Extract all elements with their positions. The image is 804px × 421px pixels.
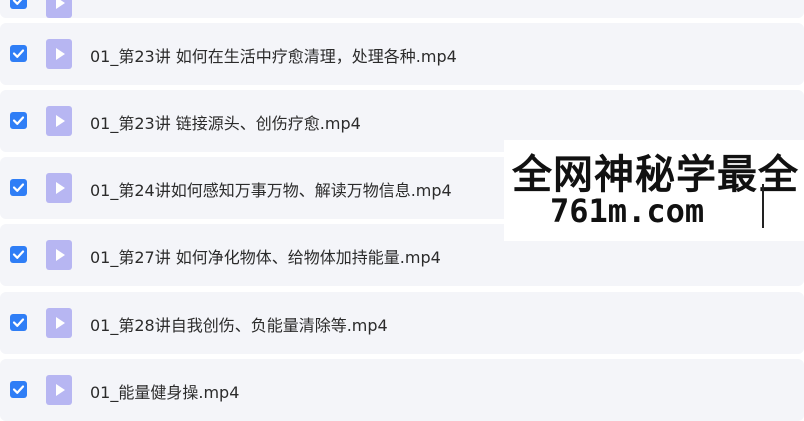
checkmark-icon <box>12 116 25 125</box>
watermark: 全网神秘学最全 761m.com <box>504 140 804 241</box>
video-file-icon <box>46 106 72 136</box>
watermark-url: 761m.com <box>550 192 705 230</box>
checkmark-icon <box>12 318 25 327</box>
checkbox[interactable] <box>10 45 27 62</box>
checkbox[interactable] <box>10 112 27 129</box>
video-file-icon <box>46 240 72 270</box>
file-name: 01_第23讲 如何在生活中疗愈清理，处理各种.mp4 <box>90 47 457 66</box>
file-name: 01_第28讲自我创伤、负能量清除等.mp4 <box>90 316 388 335</box>
video-file-icon <box>46 39 72 69</box>
file-row[interactable]: 01_第23讲 如何在生活中疗愈清理，处理各种.mp4 <box>0 23 804 85</box>
checkbox[interactable] <box>10 246 27 263</box>
video-file-icon <box>46 173 72 203</box>
checkmark-icon <box>12 183 25 192</box>
play-icon <box>56 115 65 127</box>
play-icon <box>56 0 65 9</box>
checkbox[interactable] <box>10 381 27 398</box>
file-row[interactable]: 01_第28讲自我创伤、负能量清除等.mp4 <box>0 292 804 354</box>
checkbox[interactable] <box>10 179 27 196</box>
watermark-cursor <box>762 184 764 228</box>
checkbox[interactable] <box>10 0 27 9</box>
file-row[interactable] <box>0 0 804 18</box>
file-name: 01_第23讲 链接源头、创伤疗愈.mp4 <box>90 114 361 133</box>
checkmark-icon <box>12 49 25 58</box>
video-file-icon <box>46 308 72 338</box>
play-icon <box>56 48 65 60</box>
play-icon <box>56 249 65 261</box>
checkmark-icon <box>12 0 23 5</box>
file-name: 01_能量健身操.mp4 <box>90 383 240 402</box>
checkmark-icon <box>12 250 25 259</box>
play-icon <box>56 182 65 194</box>
video-file-icon <box>46 375 72 405</box>
play-icon <box>56 384 65 396</box>
video-file-icon <box>46 0 72 18</box>
play-icon <box>56 317 65 329</box>
file-name: 01_第27讲 如何净化物体、给物体加持能量.mp4 <box>90 248 441 267</box>
file-row[interactable]: 01_能量健身操.mp4 <box>0 359 804 421</box>
checkmark-icon <box>12 385 25 394</box>
file-name: 01_第24讲如何感知万事万物、解读万物信息.mp4 <box>90 181 452 200</box>
checkbox[interactable] <box>10 314 27 331</box>
